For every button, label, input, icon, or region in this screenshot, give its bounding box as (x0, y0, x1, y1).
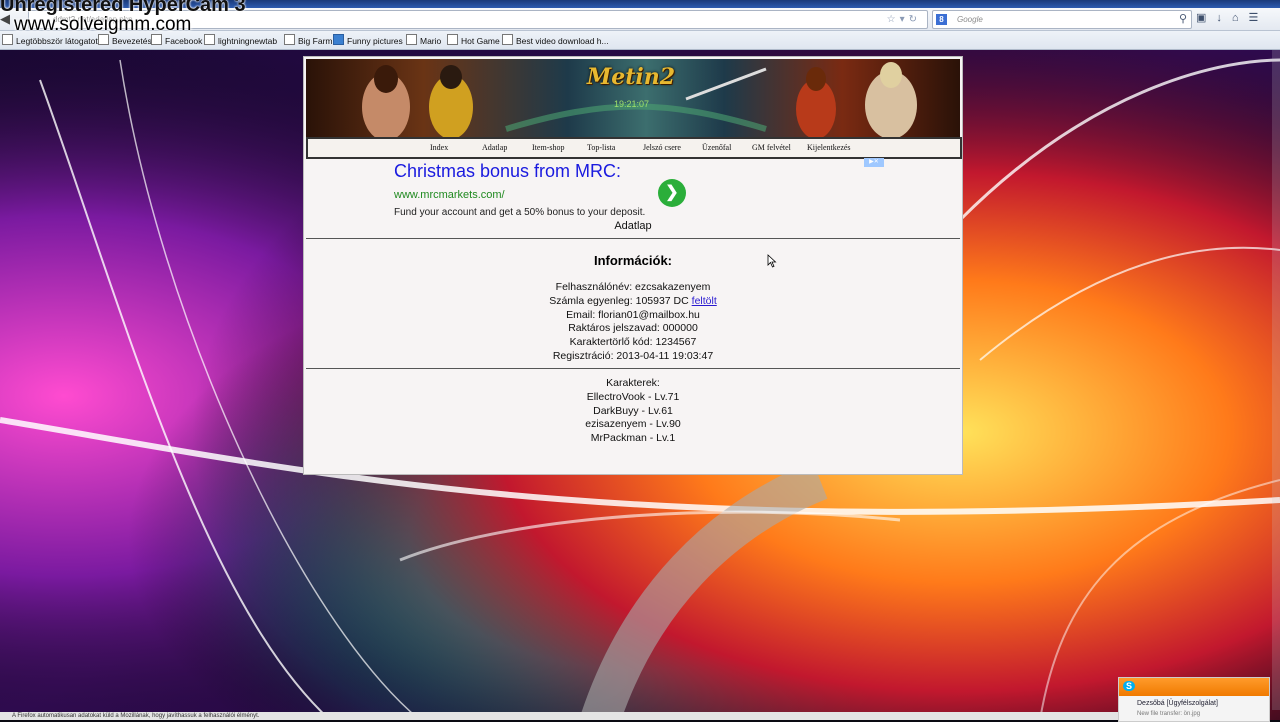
nav-item-top-lista[interactable]: Top-lista (587, 143, 615, 152)
list-item: MrPackman - Lv.1 (590, 432, 676, 445)
bookmark-item[interactable]: Hot Game (447, 34, 500, 47)
recorder-watermark-url: www.solveigmm.com (14, 14, 192, 35)
page-icon (204, 34, 215, 45)
nav-item-adatlap[interactable]: Adatlap (482, 143, 507, 152)
web-page: Metin2 19:21:07 Index Adatlap Item-shop … (303, 56, 963, 475)
bookmark-item[interactable]: Best video download h... (502, 34, 609, 47)
page-icon (333, 34, 344, 45)
bookmark-folder-icon (2, 34, 13, 45)
server-clock: 19:21:07 (614, 99, 650, 109)
nav-item-jelszo-csere[interactable]: Jelszó csere (643, 143, 681, 152)
list-item: ezisazenyem - Lv.90 (585, 418, 681, 431)
page-icon (406, 34, 417, 45)
search-icon[interactable]: ⚲ (1179, 12, 1187, 25)
info-heading: Információk: (593, 253, 672, 268)
ad-description: Fund your account and get a 50% bonus to… (394, 207, 646, 218)
chevron-right-icon[interactable]: ❯ (658, 179, 686, 207)
bookmark-item[interactable]: lightningnewtab (204, 34, 277, 47)
ad-url[interactable]: www.mrcmarkets.com/ (394, 189, 505, 201)
delete-code-line: Karaktertörlő kód: 1234567 (569, 336, 697, 349)
scrollbar[interactable] (1272, 50, 1280, 710)
account-info: Felhasználónév: ezcsakazenyem Számla egy… (304, 281, 962, 364)
nav-item-gm-felvetel[interactable]: GM felvétel (752, 143, 791, 152)
skype-icon: S (1123, 681, 1136, 691)
nav-item-kijelentkezes[interactable]: Kijelentkezés (807, 143, 851, 152)
balance-line: Számla egyenleg: 105937 DC feltölt (304, 295, 962, 309)
toolbar-buttons[interactable]: ▣↓⌂☰ (1196, 11, 1268, 24)
google-icon[interactable]: 8 (936, 14, 947, 25)
page-title: Adatlap (614, 220, 652, 232)
divider (306, 238, 960, 239)
site-logo[interactable]: Metin2 (576, 63, 686, 91)
character-list: Karakterek: EllectroVook - Lv.71 DarkBuy… (304, 377, 962, 446)
page-icon (447, 34, 458, 45)
notification-title: Dezsőbá [Ügyfélszolgálat] (1137, 700, 1218, 707)
balance-label: Számla egyenleg: 105937 DC (549, 294, 689, 307)
site-nav-menu: Index Adatlap Item-shop Top-lista Jelszó… (306, 137, 962, 159)
search-placeholder: Google (957, 15, 983, 24)
skype-notification[interactable]: S Dezsőbá [Ügyfélszolgálat] New file tra… (1118, 677, 1270, 722)
ad-title-link[interactable]: Christmas bonus from MRC: (394, 161, 621, 182)
bookmark-item[interactable]: Big Farm (284, 34, 332, 47)
characters-heading: Karakterek: (606, 377, 660, 389)
mouse-cursor-icon (767, 254, 777, 268)
status-bar: A Firefox automatikusan adatokat küld a … (0, 712, 1132, 720)
username-line: Felhasználónév: ezcsakazenyem (555, 281, 711, 293)
notification-header: S (1119, 678, 1269, 696)
adchoices-icon[interactable]: ▶✕ (864, 158, 884, 167)
registration-line: Regisztráció: 2013-04-11 19:03:47 (552, 349, 714, 362)
page-icon (502, 34, 513, 45)
nav-item-index[interactable]: Index (430, 143, 448, 152)
nav-item-uzenofal[interactable]: Üzenőfal (702, 143, 731, 152)
storage-password-line: Raktáros jelszavad: 000000 (568, 322, 698, 335)
search-field[interactable]: 8 Google ⚲ (932, 10, 1192, 29)
divider (306, 368, 960, 369)
page-icon (284, 34, 295, 45)
notification-subtitle: New file transfer: ön.jpg (1137, 711, 1201, 717)
bookmarks-toolbar: Legtöbbször látogatott Bevezetés Faceboo… (0, 31, 1280, 50)
site-banner: Metin2 19:21:07 (306, 59, 960, 137)
email-line: Email: florian01@mailbox.hu (566, 308, 700, 321)
bookmark-item[interactable]: Mario (406, 34, 441, 47)
list-item: EllectroVook - Lv.71 (586, 390, 680, 403)
list-item: DarkBuyy - Lv.61 (593, 404, 673, 417)
nav-item-item-shop[interactable]: Item-shop (532, 143, 564, 152)
bookmark-star-icon[interactable]: ☆▾↻ (887, 11, 921, 28)
bookmark-item[interactable]: Funny pictures (333, 34, 403, 47)
top-up-link[interactable]: feltölt (692, 295, 717, 307)
